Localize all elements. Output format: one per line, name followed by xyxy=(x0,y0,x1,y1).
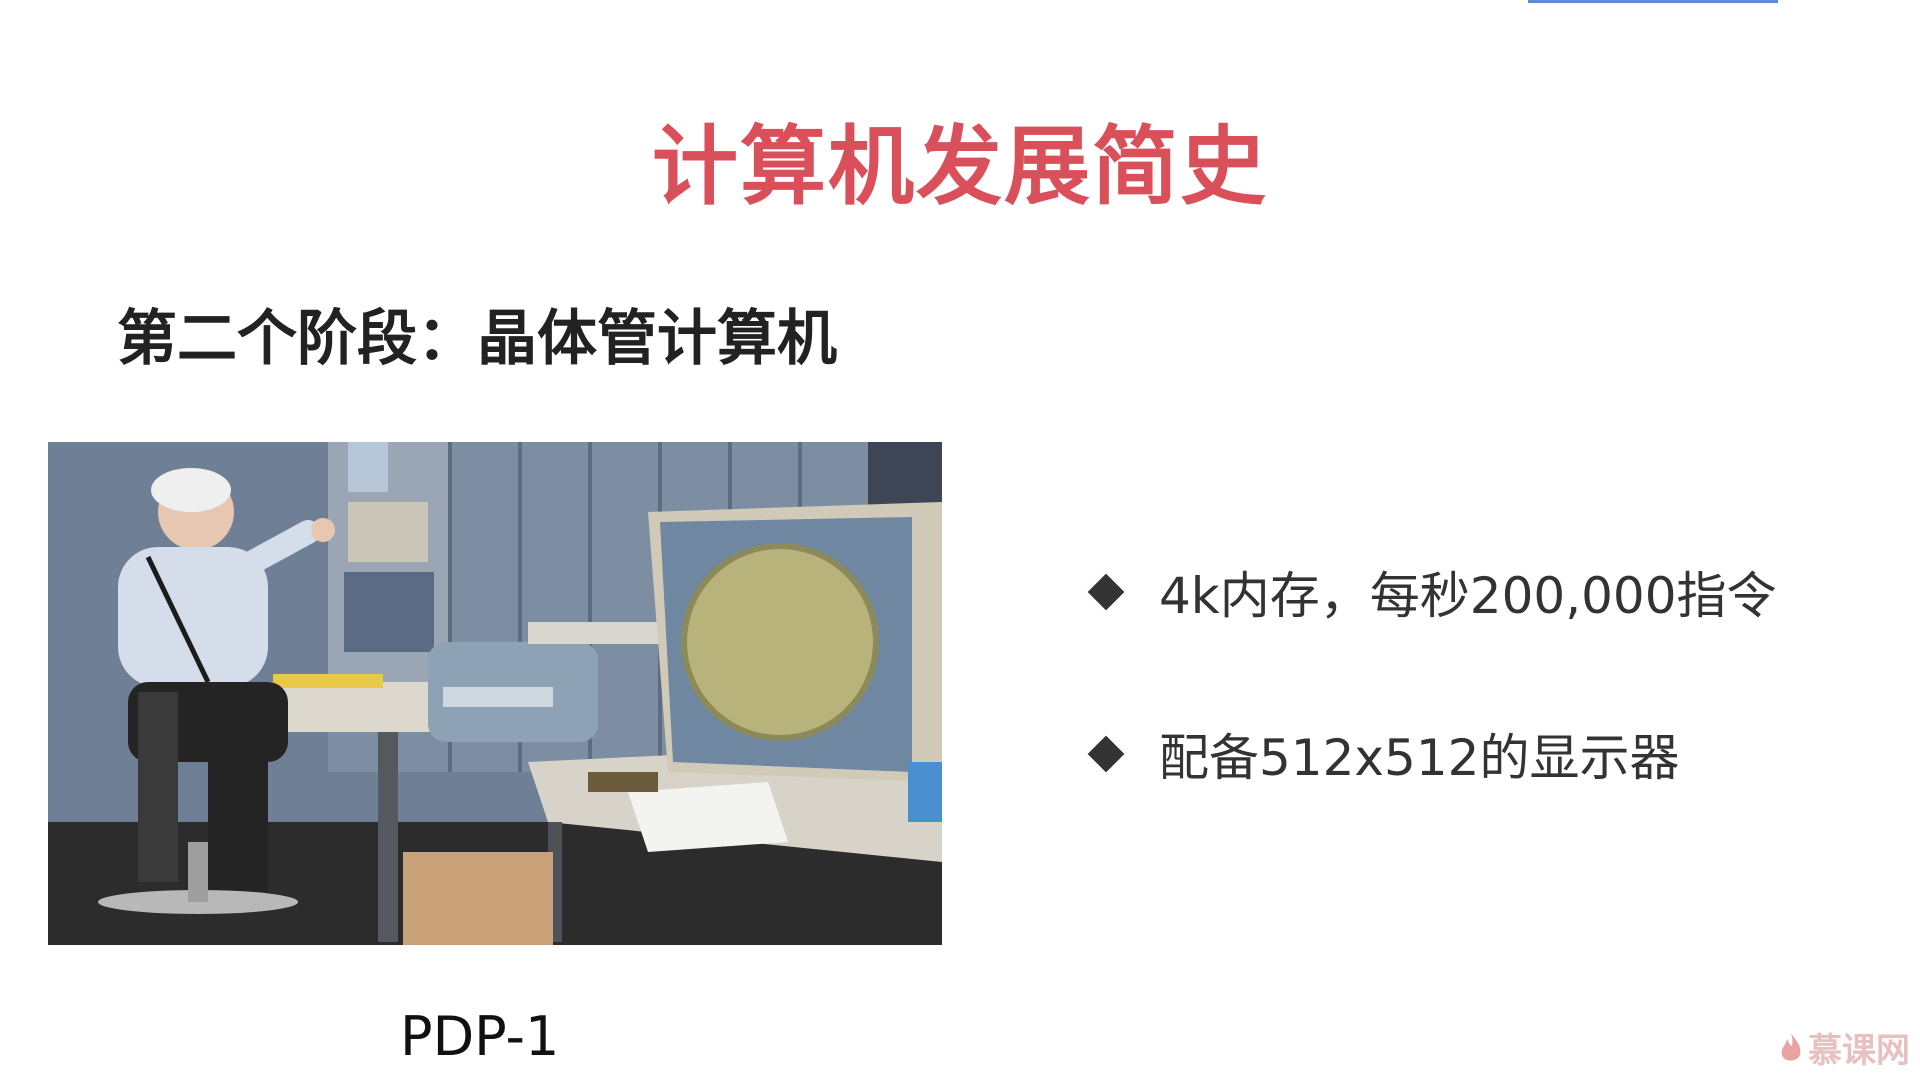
bullet-text: 配备512x512的显示器 xyxy=(1159,729,1680,787)
bullet-text: 4k内存，每秒200,000指令 xyxy=(1159,567,1777,625)
slide: 计算机发展简史 第二个阶段：晶体管计算机 PDP-1 4k内存，每秒200,00… xyxy=(0,0,1920,1080)
diamond-bullet-icon xyxy=(1087,573,1125,611)
watermark-logo: 慕课网 xyxy=(1778,1023,1910,1072)
slide-title: 计算机发展简史 xyxy=(652,117,1268,217)
bullet-item: 配备512x512的显示器 xyxy=(1085,718,1679,790)
section-subtitle: 第二个阶段：晶体管计算机 xyxy=(117,304,837,374)
photo-caption: PDP-1 xyxy=(400,1005,560,1068)
diamond-bullet-icon xyxy=(1087,735,1125,773)
top-accent-bar xyxy=(1528,0,1778,3)
flame-icon xyxy=(1781,1032,1801,1061)
watermark-text: 慕课网 xyxy=(1808,1031,1910,1071)
bullet-item: 4k内存，每秒200,000指令 xyxy=(1085,556,1777,628)
pdp1-photo xyxy=(48,442,942,945)
